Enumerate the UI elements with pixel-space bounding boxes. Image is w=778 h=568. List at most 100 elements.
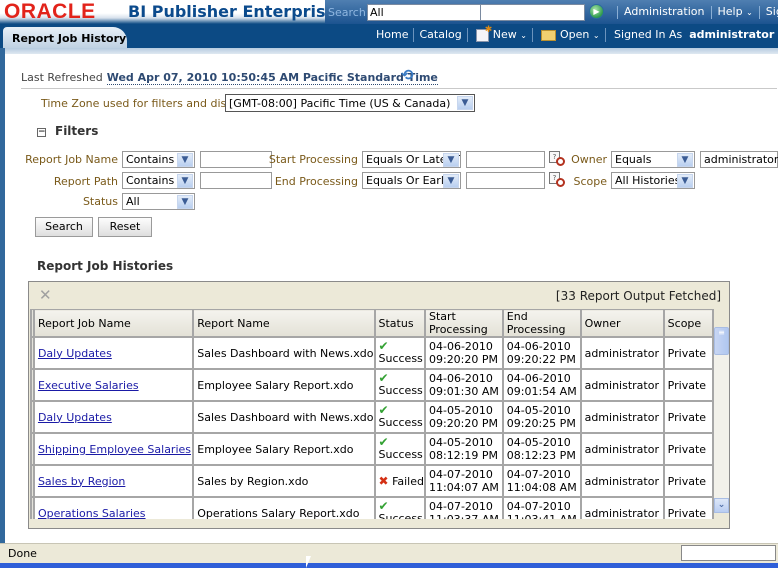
chevron-down-icon[interactable]: ▼ [177, 153, 193, 167]
refresh-icon[interactable]: ⟲ [401, 67, 418, 83]
timezone-value: [GMT-08:00] Pacific Time (US & Canada) [229, 97, 451, 110]
col-end-processing[interactable]: End Processing [501, 309, 582, 338]
owner-cell: administrator [579, 497, 665, 519]
chevron-down-icon[interactable]: ▼ [677, 153, 693, 167]
report-job-link[interactable]: Daly Updates [38, 411, 112, 424]
search-label: Search [328, 6, 366, 19]
help-menu[interactable]: Help [718, 5, 743, 18]
scroll-thumb[interactable]: ≡ [714, 327, 729, 355]
table-header-row: Report Job Name Report Name Status Start… [30, 309, 714, 338]
reset-button[interactable]: Reset [98, 217, 152, 237]
status-text: Success [378, 384, 423, 397]
chevron-down-icon[interactable]: ▼ [443, 153, 459, 167]
owner-cell: administrator [579, 401, 665, 434]
new-menu[interactable]: New ⌄ [476, 25, 527, 42]
search-button[interactable]: Search [35, 217, 93, 237]
signed-in-label: Signed In As [614, 28, 683, 41]
start-processing-cell: 04-05-2010 08:12:19 PM [423, 433, 504, 466]
report-job-link[interactable]: Sales by Region [38, 475, 125, 488]
home-link[interactable]: Home [376, 28, 408, 41]
end-processing-input[interactable] [466, 172, 545, 189]
taskbar [0, 563, 778, 568]
catalog-link[interactable]: Catalog [419, 28, 461, 41]
report-job-link[interactable]: Daly Updates [38, 347, 112, 360]
owner-cell: administrator [579, 433, 665, 466]
start-date: 04-06-2010 [428, 372, 493, 385]
report-job-name-cell: Shipping Employee Salaries [32, 433, 195, 466]
report-job-link[interactable]: Operations Salaries [38, 507, 146, 520]
col-report-job-name[interactable]: Report Job Name [32, 309, 195, 338]
chevron-down-icon[interactable]: ▼ [677, 174, 693, 188]
col-status[interactable]: Status [373, 309, 426, 338]
start-processing-input[interactable] [466, 151, 545, 168]
last-refreshed-value: Wed Apr 07, 2010 10:50:45 AM Pacific Sta… [106, 71, 438, 85]
col-scope[interactable]: Scope [662, 309, 714, 338]
status-text: Success [378, 512, 423, 519]
check-icon: ✔ [378, 499, 389, 513]
owner-operator[interactable]: Equals ▼ [611, 151, 695, 168]
table-row[interactable]: Shipping Employee Salaries Employee Salar… [30, 433, 714, 466]
timezone-select[interactable]: [GMT-08:00] Pacific Time (US & Canada) ▼ [225, 94, 475, 112]
chevron-down-icon[interactable]: ▼ [443, 174, 459, 188]
col-owner[interactable]: Owner [579, 309, 665, 338]
operator-value: Contains [126, 153, 175, 166]
product-title: BI Publisher Enterprise [128, 2, 337, 21]
search-go-icon[interactable]: ▶ [589, 4, 604, 19]
end-processing-cell: 04-05-2010 08:12:23 PM [501, 433, 582, 466]
chevron-down-icon: ⌄ [592, 31, 600, 40]
table-row[interactable]: Daly Updates Sales Dashboard with News.xd… [30, 401, 714, 434]
owner-cell: administrator [579, 337, 665, 370]
report-job-link[interactable]: Shipping Employee Salaries [38, 443, 191, 456]
end-date: 04-07-2010 [506, 500, 571, 513]
check-icon: ✔ [378, 371, 389, 385]
col-start-processing[interactable]: Start Processing [423, 309, 504, 338]
filters-header[interactable]: − Filters [37, 124, 98, 138]
chevron-down-icon[interactable]: ▼ [177, 195, 193, 209]
chevron-down-icon[interactable]: ▼ [457, 96, 473, 110]
report-job-name-label: Report Job Name [25, 153, 118, 166]
delete-icon[interactable]: ✕ [39, 286, 52, 304]
report-job-link[interactable]: Executive Salaries [38, 379, 139, 392]
scroll-down-icon[interactable]: ⌄ [714, 498, 729, 513]
report-job-name-operator[interactable]: Contains ▼ [122, 151, 195, 168]
vertical-scrollbar[interactable]: ≡ ⌄ [714, 327, 729, 513]
status-cell: ✖ Failed [373, 465, 426, 498]
table-row[interactable]: Sales by Region Sales by Region.xdo ✖ Fail… [30, 465, 714, 498]
chevron-down-icon: ⌄ [746, 8, 753, 17]
last-refreshed-label: Last Refreshed [21, 71, 103, 84]
report-name-cell: Sales Dashboard with News.xdo [192, 337, 376, 370]
owner-cell: administrator [579, 369, 665, 402]
start-time: 09:20:20 PM [428, 417, 499, 430]
end-processing-operator[interactable]: Equals Or Earlier Than▼ [362, 172, 461, 189]
scope-value: All Histories [615, 174, 681, 187]
col-report-name[interactable]: Report Name [192, 309, 376, 338]
start-processing-operator[interactable]: Equals Or Later Than▼ [362, 151, 461, 168]
sign-out-link[interactable]: Sign Out [766, 5, 778, 18]
start-date: 04-07-2010 [428, 468, 493, 481]
table-row[interactable]: Executive Salaries Employee Salary Report… [30, 369, 714, 402]
user-menu[interactable]: administrator [689, 28, 774, 41]
search-input[interactable] [480, 4, 585, 21]
administration-link[interactable]: Administration [624, 5, 705, 18]
status-cell: ✔ Success [373, 401, 426, 434]
histories-title: Report Job Histories [37, 259, 174, 273]
top-links: Administration Help ⌄ Sign Out [611, 5, 778, 19]
start-time: 09:01:30 AM [428, 385, 499, 398]
table-row[interactable]: Operations Salaries Operations Salary Rep… [30, 497, 714, 520]
end-time: 08:12:23 PM [506, 449, 576, 462]
table-row[interactable]: Daly Updates Sales Dashboard with News.xd… [30, 337, 714, 370]
end-time: 11:04:08 AM [506, 481, 577, 494]
collapse-icon[interactable]: − [37, 128, 46, 137]
divider [21, 88, 777, 89]
report-name-cell: Employee Salary Report.xdo [192, 369, 376, 402]
status-text: Success [378, 416, 423, 429]
report-job-name-cell: Daly Updates [32, 337, 195, 370]
scope-select[interactable]: All Histories ▼ [611, 172, 695, 189]
chevron-down-icon[interactable]: ▼ [177, 174, 193, 188]
report-path-operator[interactable]: Contains ▼ [122, 172, 195, 189]
end-date: 04-06-2010 [506, 340, 571, 353]
scope-cell: Private [662, 497, 714, 519]
open-menu[interactable]: Open ⌄ [541, 28, 600, 41]
owner-input[interactable]: administrator [700, 151, 778, 168]
status-select[interactable]: All ▼ [122, 193, 195, 210]
